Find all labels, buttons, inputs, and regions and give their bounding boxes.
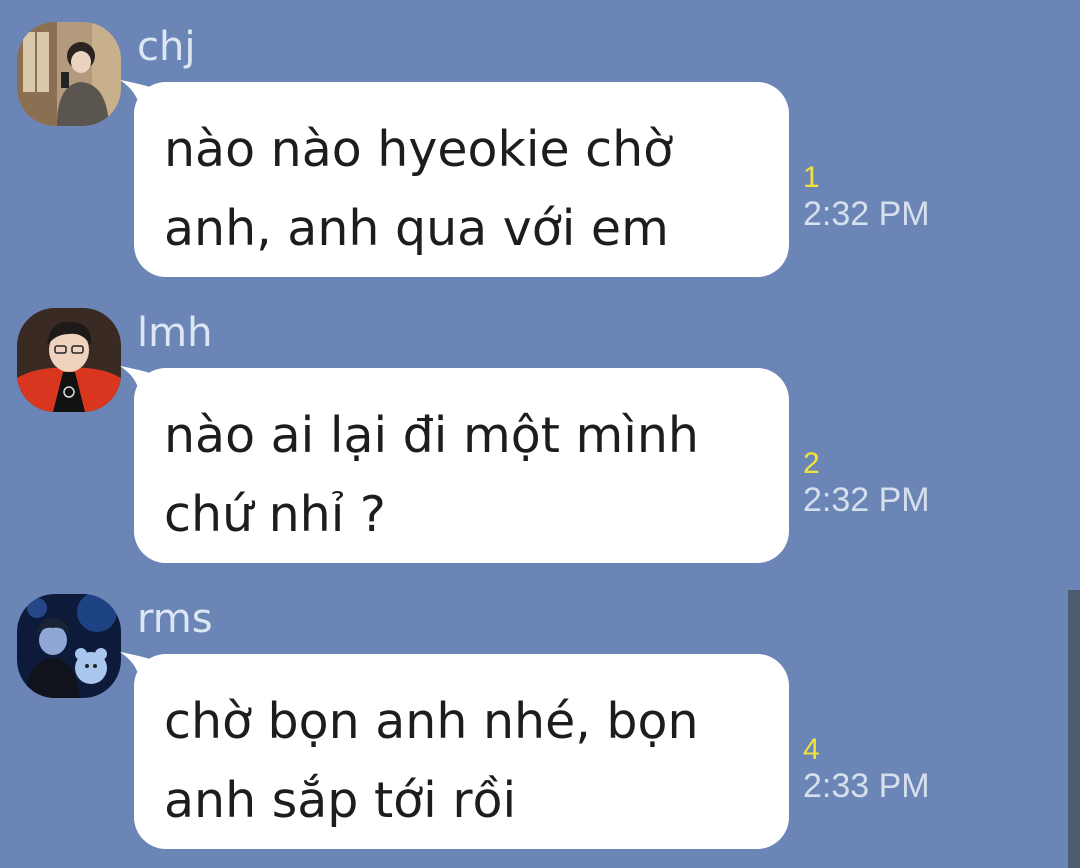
message-item: chj nào nào hyeokie chờ anh, anh qua với… (0, 22, 1080, 292)
user-avatar-icon (17, 594, 121, 698)
message-text: nào ai lại đi một mình chứ nhỉ ? (164, 407, 699, 543)
chat-room: chj nào nào hyeokie chờ anh, anh qua với… (0, 0, 1080, 868)
unread-count: 1 (803, 161, 820, 194)
bubble-tail (120, 652, 160, 682)
bubble-tail (120, 366, 160, 396)
unread-count: 2 (803, 447, 820, 480)
message-meta: 4 2:33 PM (803, 734, 930, 806)
message-text: nào nào hyeokie chờ anh, anh qua với em (164, 121, 674, 257)
avatar-lmh[interactable] (17, 308, 121, 412)
message-item: lmh nào ai lại đi một mình chứ nhỉ ? 2 2… (0, 308, 1080, 578)
message-bubble[interactable]: nào nào hyeokie chờ anh, anh qua với em (120, 80, 789, 277)
message-bubble[interactable]: chờ bọn anh nhé, bọn anh sắp tới rồi (120, 652, 789, 849)
message-time: 2:33 PM (803, 767, 930, 805)
user-avatar-icon (17, 22, 121, 126)
unread-count: 4 (803, 733, 820, 766)
message-time: 2:32 PM (803, 195, 930, 233)
scrollbar[interactable] (1068, 590, 1080, 868)
user-avatar-icon (17, 308, 121, 412)
avatar-chj[interactable] (17, 22, 121, 126)
message-time: 2:32 PM (803, 481, 930, 519)
message-meta: 2 2:32 PM (803, 448, 930, 520)
sender-name: lmh (137, 310, 213, 356)
message-meta: 1 2:32 PM (803, 162, 930, 234)
sender-name: rms (137, 596, 213, 642)
avatar-rms[interactable] (17, 594, 121, 698)
message-text: chờ bọn anh nhé, bọn anh sắp tới rồi (164, 693, 699, 829)
message-bubble[interactable]: nào ai lại đi một mình chứ nhỉ ? (120, 366, 789, 563)
sender-name: chj (137, 24, 196, 70)
message-item: rms chờ bọn anh nhé, bọn anh sắp tới rồi… (0, 594, 1080, 864)
bubble-tail (120, 80, 160, 110)
